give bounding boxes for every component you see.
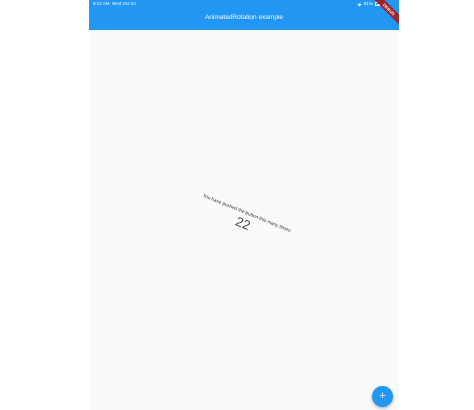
counter-value: 22 (233, 213, 253, 233)
plus-icon: + (379, 390, 386, 402)
battery-percent: 81% (363, 1, 373, 6)
status-time-date: 9:12 AM Wed Oct 23 (93, 1, 136, 7)
wifi-icon (357, 2, 362, 6)
rotated-counter-group: You have pushed the button this many tim… (189, 191, 298, 251)
status-date: Wed Oct 23 (112, 1, 136, 6)
device-screen: 9:12 AM Wed Oct 23 81% AnimatedRotation … (89, 0, 399, 410)
increment-fab-button[interactable]: + (372, 386, 393, 407)
body-content: You have pushed the button this many tim… (89, 30, 399, 410)
app-title: AnimatedRotation example (204, 14, 284, 21)
status-time: 9:12 AM (93, 1, 110, 6)
app-bar: 9:12 AM Wed Oct 23 81% AnimatedRotation … (89, 0, 399, 30)
